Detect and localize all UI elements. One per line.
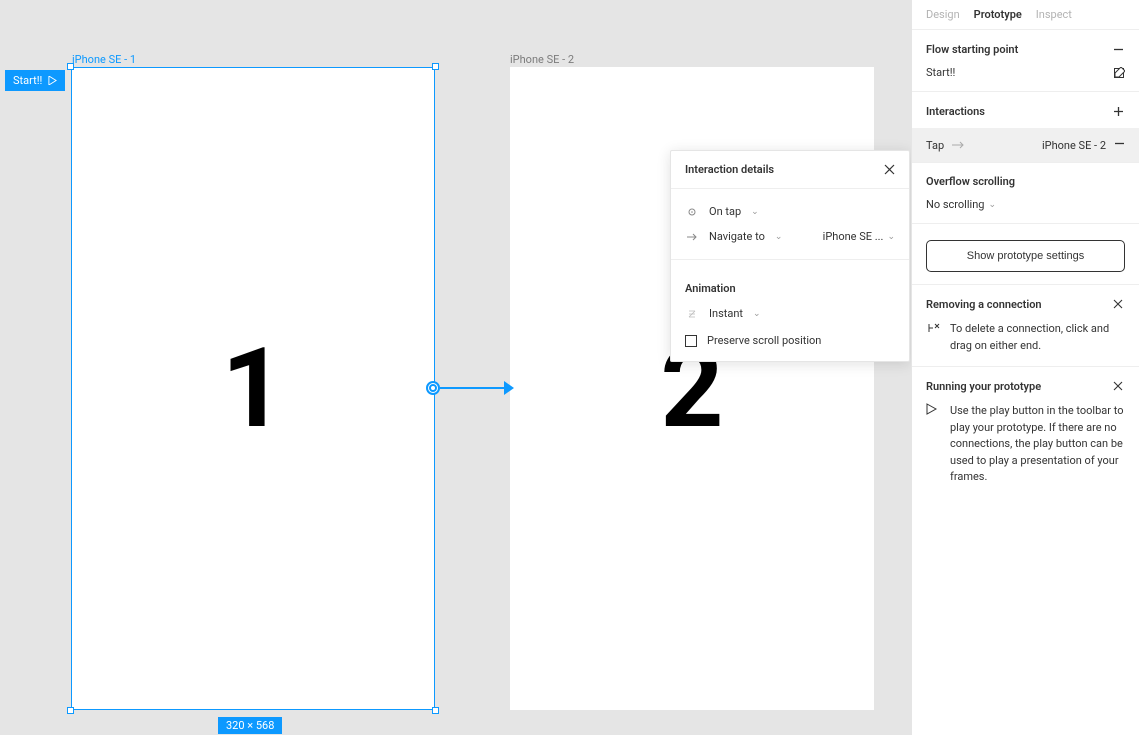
overflow-scrolling-dropdown[interactable]: No scrolling ⌄ xyxy=(926,188,1125,211)
add-interaction-button[interactable] xyxy=(1111,104,1125,118)
tap-icon xyxy=(685,207,699,217)
show-prototype-settings-button[interactable]: Show prototype settings xyxy=(926,240,1125,272)
chevron-down-icon: ⌄ xyxy=(751,207,759,217)
close-icon xyxy=(1113,299,1123,309)
action-label: Navigate to xyxy=(709,230,765,243)
remove-interaction-button[interactable] xyxy=(1114,138,1125,152)
animation-type-label: Instant xyxy=(709,307,743,320)
dismiss-running-tip-button[interactable] xyxy=(1111,379,1125,393)
removing-connection-tip: To delete a connection, click and drag o… xyxy=(950,321,1125,354)
minus-icon xyxy=(1114,138,1125,149)
interaction-target: iPhone SE - 2 xyxy=(1042,139,1106,152)
frame-size-badge: 320 × 568 xyxy=(218,717,282,734)
overflow-scrolling-header: Overflow scrolling xyxy=(926,175,1015,188)
interaction-trigger: Tap xyxy=(926,139,944,152)
connection-arrowhead[interactable] xyxy=(504,381,514,395)
selection-handle-bottom-right[interactable] xyxy=(432,707,439,714)
tab-inspect[interactable]: Inspect xyxy=(1036,8,1072,21)
action-dropdown[interactable]: Navigate to ⌄ iPhone SE ... ⌄ xyxy=(685,224,895,249)
flow-starting-point-header: Flow starting point xyxy=(926,43,1018,56)
close-icon xyxy=(1113,381,1123,391)
interaction-row[interactable]: Tap iPhone SE - 2 xyxy=(912,128,1139,162)
frame-1-content: 1 xyxy=(221,324,284,453)
panel-tabs: Design Prototype Inspect xyxy=(912,0,1139,29)
close-icon xyxy=(884,164,895,175)
remove-flow-button[interactable] xyxy=(1111,42,1125,56)
animation-header: Animation xyxy=(685,270,895,301)
edit-icon xyxy=(1113,67,1125,79)
chevron-down-icon: ⌄ xyxy=(753,309,761,319)
interaction-details-popup: Interaction details On tap ⌄ Navigate to… xyxy=(670,150,910,362)
design-canvas[interactable]: Start!! iPhone SE - 1 iPhone SE - 2 2 1 … xyxy=(0,0,911,735)
chevron-down-icon: ⌄ xyxy=(887,232,895,242)
tab-design[interactable]: Design xyxy=(926,8,960,21)
flow-start-badge-label: Start!! xyxy=(13,74,42,87)
interactions-header: Interactions xyxy=(926,105,985,118)
selection-handle-top-right[interactable] xyxy=(432,63,439,70)
overflow-scrolling-value: No scrolling xyxy=(926,198,984,211)
arrow-right-icon xyxy=(685,233,699,241)
action-target-dropdown[interactable]: iPhone SE ... ⌄ xyxy=(823,230,895,243)
close-popup-button[interactable] xyxy=(884,164,895,175)
animation-type-dropdown[interactable]: Instant ⌄ xyxy=(685,301,895,326)
minus-icon xyxy=(1113,44,1124,55)
play-icon xyxy=(926,403,940,486)
frame-1[interactable]: 1 xyxy=(71,67,435,710)
frame-label-2[interactable]: iPhone SE - 2 xyxy=(510,53,574,66)
flow-name[interactable]: Start!! xyxy=(926,66,955,79)
chevron-down-icon: ⌄ xyxy=(775,232,783,242)
running-prototype-header: Running your prototype xyxy=(926,380,1041,393)
dismiss-removing-tip-button[interactable] xyxy=(1111,297,1125,311)
running-prototype-tip: Use the play button in the toolbar to pl… xyxy=(950,403,1125,486)
action-target-label: iPhone SE ... xyxy=(823,230,884,243)
right-panel: Design Prototype Inspect Flow starting p… xyxy=(911,0,1139,735)
interaction-details-title: Interaction details xyxy=(685,163,774,176)
arrow-right-icon xyxy=(952,139,965,152)
preserve-scroll-label: Preserve scroll position xyxy=(707,334,821,347)
connection-start-node[interactable] xyxy=(426,381,440,395)
tab-prototype[interactable]: Prototype xyxy=(974,8,1022,21)
flow-start-badge[interactable]: Start!! xyxy=(5,70,65,91)
chevron-down-icon: ⌄ xyxy=(988,200,996,210)
delete-connection-icon xyxy=(926,321,940,354)
trigger-dropdown[interactable]: On tap ⌄ xyxy=(685,199,895,224)
play-triangle-icon xyxy=(48,76,57,85)
preserve-scroll-checkbox[interactable] xyxy=(685,335,697,347)
frame-label-1[interactable]: iPhone SE - 1 xyxy=(72,53,136,66)
removing-connection-header: Removing a connection xyxy=(926,298,1042,311)
trigger-label: On tap xyxy=(709,205,741,218)
connection-line[interactable] xyxy=(440,387,510,389)
instant-icon xyxy=(685,309,699,319)
edit-flow-name-button[interactable] xyxy=(1113,67,1125,79)
selection-handle-bottom-left[interactable] xyxy=(67,707,74,714)
plus-icon xyxy=(1113,106,1124,117)
selection-handle-top-left[interactable] xyxy=(67,63,74,70)
preserve-scroll-checkbox-row[interactable]: Preserve scroll position xyxy=(685,326,895,351)
